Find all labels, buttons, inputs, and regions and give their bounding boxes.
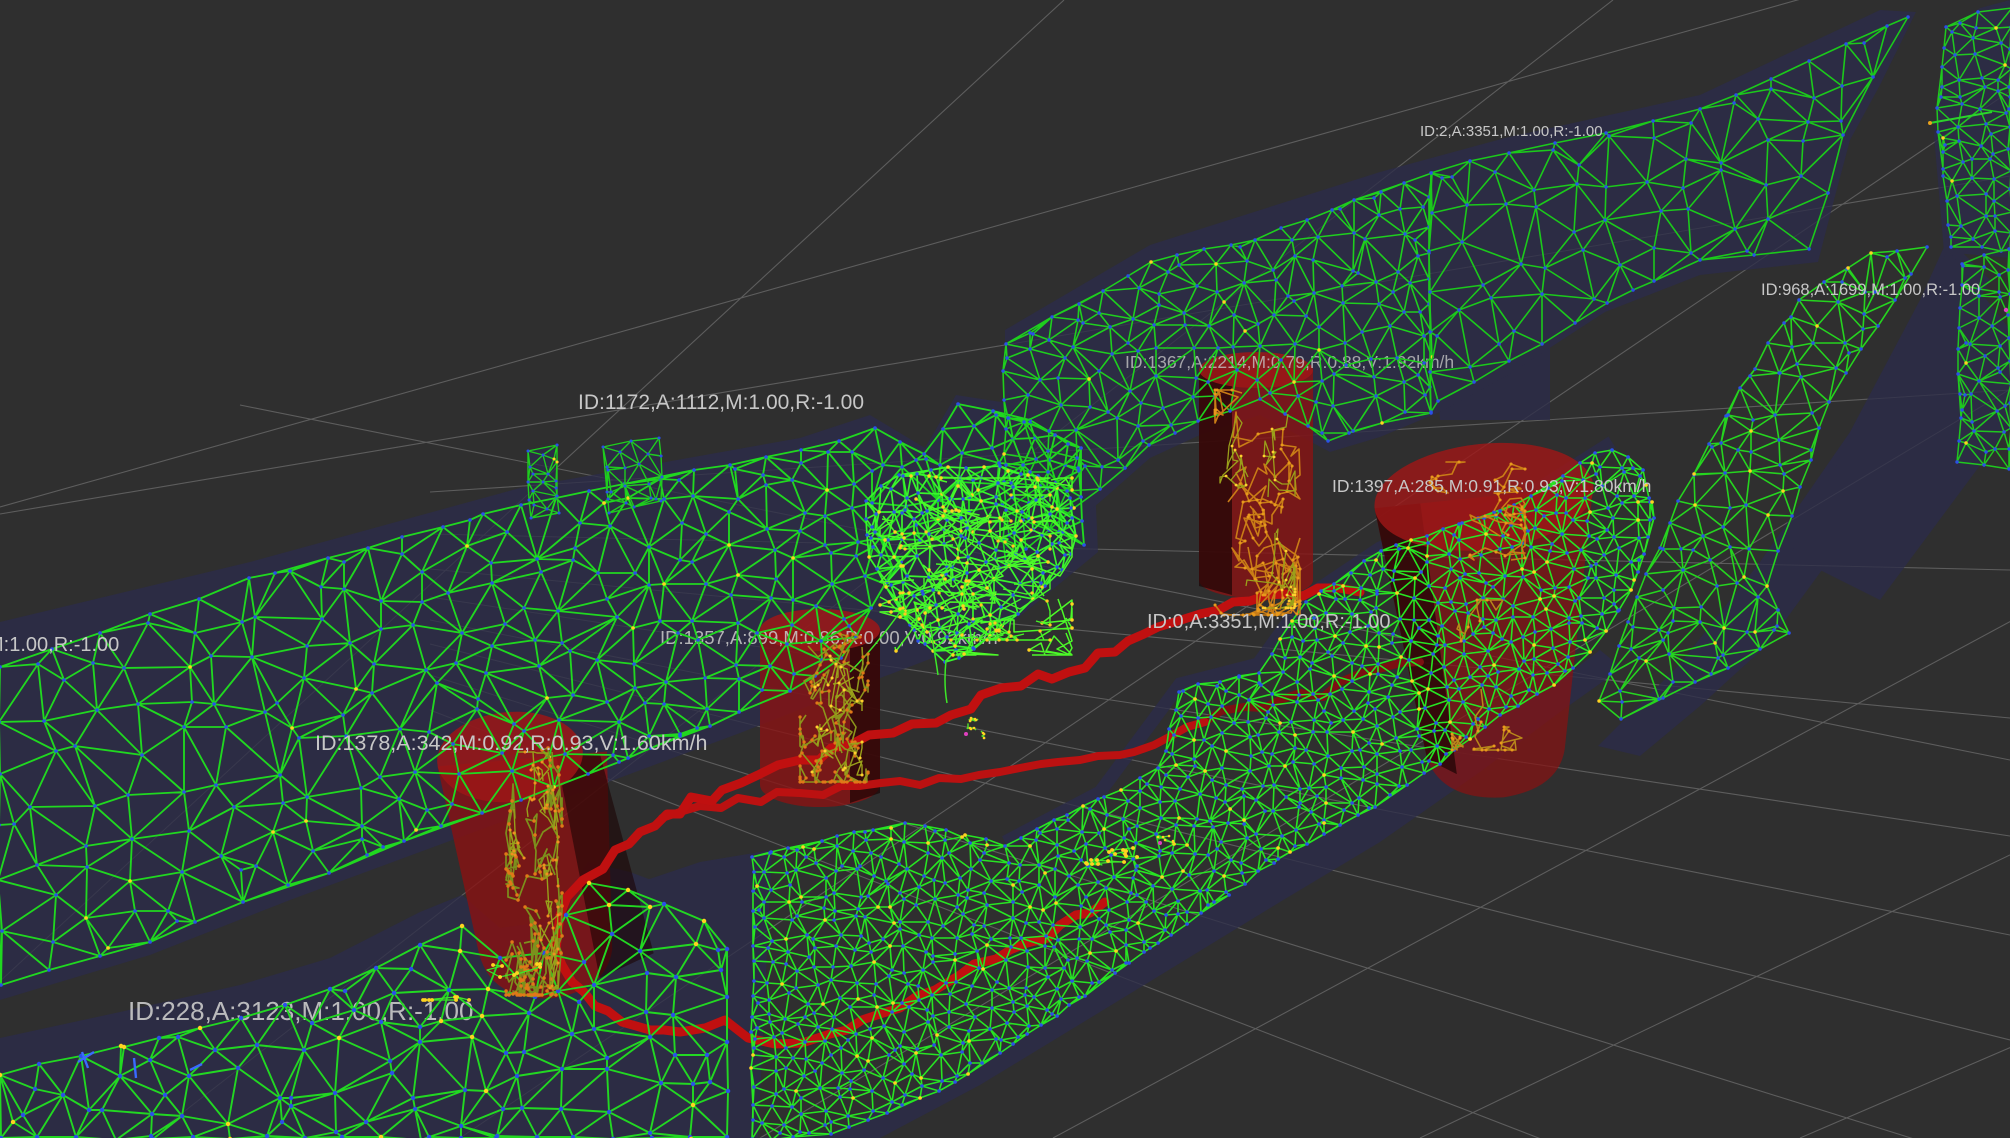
svg-text:ID:1172,A:1112,M:1.00,R:-1.00: ID:1172,A:1112,M:1.00,R:-1.00 — [578, 391, 864, 414]
svg-text:ID:1378,A:342,M:0.92,R:0.93,V:: ID:1378,A:342,M:0.92,R:0.93,V:1.60km/h — [315, 731, 707, 755]
svg-text:ID:2,A:3351,M:1.00,R:-1.00: ID:2,A:3351,M:1.00,R:-1.00 — [1420, 123, 1603, 140]
svg-text:M:1.00,R:-1.00: M:1.00,R:-1.00 — [0, 634, 119, 656]
svg-text:ID:968,A:1699,M:1.00,R:-1.00: ID:968,A:1699,M:1.00,R:-1.00 — [1761, 281, 1980, 299]
svg-text:ID:0,A:3351,M:1.00,R:-1.00: ID:0,A:3351,M:1.00,R:-1.00 — [1147, 611, 1390, 633]
svg-text:ID:1397,A:285,M:0.91,R:0.93,V:: ID:1397,A:285,M:0.91,R:0.93,V:1.80km/h — [1332, 476, 1651, 496]
